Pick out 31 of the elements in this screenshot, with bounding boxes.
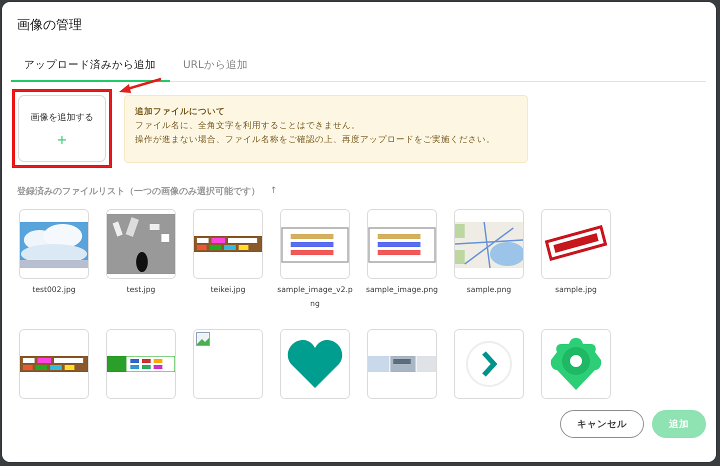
- image-thumbnail[interactable]: [106, 209, 176, 279]
- sort-button[interactable]: ↑: [270, 186, 278, 198]
- dialog-title: 画像の管理: [16, 17, 83, 35]
- add-image-button[interactable]: 画像を追加する +: [18, 95, 106, 162]
- image-thumbnail[interactable]: [193, 209, 263, 279]
- chevron-circle-icon: [465, 340, 513, 388]
- tab[interactable]: URLから追加: [170, 58, 262, 82]
- image-thumbnail[interactable]: [541, 209, 611, 279]
- cancel-button[interactable]: キャンセル: [560, 410, 644, 438]
- plus-icon: +: [56, 134, 68, 146]
- notice-text: ファイル名に、全角文字を利用することはできません。: [135, 120, 361, 133]
- notice-text: 操作が進まない場合、ファイル名称をご確認の上、再度アップロードをご実施ください。: [135, 134, 496, 147]
- image-thumbnail[interactable]: [541, 329, 611, 399]
- image-thumbnail[interactable]: [454, 209, 524, 279]
- notice-title: 追加ファイルについて: [135, 106, 226, 119]
- image-thumbnail[interactable]: [367, 329, 437, 399]
- image-thumbnail[interactable]: [106, 329, 176, 399]
- image-thumbnail[interactable]: [19, 209, 89, 279]
- file-list-title: 登録済みのファイルリスト（一つの画像のみ選択可能です）: [17, 186, 260, 198]
- image-thumbnail[interactable]: [280, 209, 350, 279]
- annotation-arrow: [117, 77, 163, 95]
- tab[interactable]: アップロード済みから追加: [11, 58, 170, 82]
- broken-image-icon: [196, 332, 210, 346]
- image-thumbnail[interactable]: [367, 209, 437, 279]
- image-thumbnail[interactable]: [280, 329, 350, 399]
- image-thumbnail[interactable]: [454, 329, 524, 399]
- heart-icon: [287, 338, 343, 390]
- add-image-label: 画像を追加する: [30, 112, 94, 124]
- image-thumbnail[interactable]: [193, 329, 263, 399]
- image-thumbnail[interactable]: [19, 329, 89, 399]
- location-gear-icon: [549, 336, 603, 392]
